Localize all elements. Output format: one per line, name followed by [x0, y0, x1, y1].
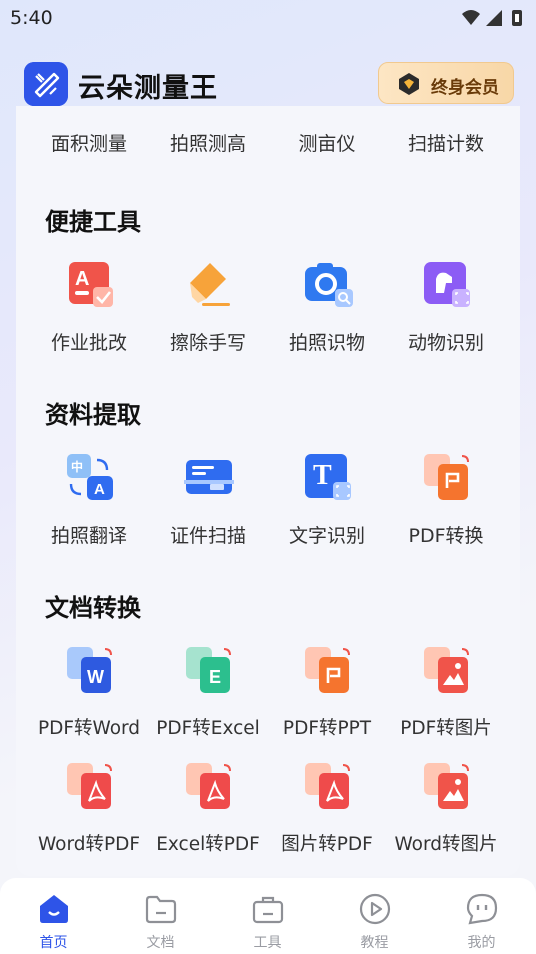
tool-word-to-pdf[interactable]: Word转PDF — [30, 761, 148, 855]
svg-text:中: 中 — [71, 459, 83, 474]
pdf-to-ppt-icon — [305, 647, 350, 693]
tool-mu-meter[interactable]: 测亩仪 — [268, 106, 386, 155]
svg-text:W: W — [87, 667, 104, 687]
tool-scan-count[interactable]: 扫描计数 — [387, 106, 505, 155]
status-time: 5:40 — [10, 7, 53, 29]
svg-text:A: A — [94, 481, 105, 498]
signal-icon — [486, 10, 502, 26]
tool-label: 作业批改 — [50, 332, 127, 354]
tool-pdf-to-word[interactable]: W PDF转Word — [30, 645, 148, 739]
tool-label: Excel转PDF — [156, 834, 260, 855]
app-header: 云朵测量王 终身会员 — [22, 60, 514, 108]
eraser-icon — [190, 263, 230, 306]
bottom-tab-bar: 首页 文档 工具 教程 我的 — [0, 878, 536, 954]
tool-label: 动物识别 — [407, 332, 484, 354]
tab-label: 文档 — [146, 935, 175, 951]
tool-photo-height[interactable]: 拍照测高 — [149, 106, 267, 155]
tool-excel-to-pdf[interactable]: Excel转PDF — [149, 761, 267, 855]
tool-eraser[interactable]: 擦除手写 — [149, 259, 267, 354]
tab-label: 教程 — [360, 935, 389, 951]
play-icon — [359, 893, 391, 925]
tab-label: 首页 — [39, 935, 68, 951]
pdf-to-image-icon — [424, 647, 469, 693]
lifetime-member-button[interactable]: 终身会员 — [378, 62, 514, 104]
status-icons — [462, 10, 522, 26]
tool-label: 证件扫描 — [169, 525, 246, 547]
app-name: 云朵测量王 — [78, 73, 218, 104]
tool-label: PDF转图片 — [400, 718, 492, 739]
word-to-image-icon — [424, 763, 469, 809]
tool-label: 擦除手写 — [169, 332, 246, 354]
tab-home[interactable]: 首页 — [0, 878, 107, 954]
status-bar: 5:40 — [0, 0, 536, 36]
tool-pdf-to-image[interactable]: PDF转图片 — [387, 645, 505, 739]
tool-translate[interactable]: 中 A 拍照翻译 — [30, 452, 148, 547]
tool-text-ocr[interactable]: T 文字识别 — [268, 452, 386, 547]
tool-camera-recognize[interactable]: 拍照识物 — [268, 259, 386, 354]
pdf-to-word-icon: W — [67, 647, 112, 693]
tab-documents[interactable]: 文档 — [107, 878, 214, 954]
tool-word-to-image[interactable]: Word转图片 — [387, 761, 505, 855]
translate-icon: 中 A — [67, 454, 113, 500]
image-to-pdf-icon — [305, 763, 350, 809]
tool-id-scan[interactable]: 证件扫描 — [149, 452, 267, 547]
tool-label: 拍照测高 — [169, 133, 246, 155]
tab-profile[interactable]: 我的 — [428, 878, 535, 954]
pdf-to-excel-icon: E — [186, 647, 231, 693]
text-ocr-icon: T — [305, 454, 351, 500]
tool-label: Word转图片 — [394, 834, 498, 855]
tool-label: PDF转PPT — [282, 718, 372, 739]
home-icon — [40, 895, 68, 923]
camera-recognize-icon — [305, 263, 353, 307]
tool-label: 拍照翻译 — [50, 525, 127, 547]
scan-count-icon — [422, 106, 472, 110]
tool-label: 文字识别 — [288, 525, 365, 547]
tool-label: PDF转Word — [37, 718, 141, 739]
section-title-quick-tools: 便捷工具 — [45, 208, 141, 236]
wifi-icon — [462, 10, 480, 25]
toolbox-icon — [252, 896, 284, 924]
area-measure-icon — [65, 106, 115, 110]
tool-label: Word转PDF — [37, 834, 141, 855]
tool-label: 拍照识物 — [288, 332, 365, 354]
profile-chat-icon — [466, 893, 498, 925]
tool-label: PDF转换 — [408, 525, 484, 547]
tool-label: 图片转PDF — [281, 834, 373, 855]
id-scan-icon — [184, 460, 234, 494]
excel-to-pdf-icon — [186, 763, 231, 809]
tool-pdf-convert[interactable]: PDF转换 — [387, 452, 505, 547]
folder-icon — [145, 895, 177, 924]
member-label: 终身会员 — [431, 78, 499, 98]
tool-image-to-pdf[interactable]: 图片转PDF — [268, 761, 386, 855]
tab-label: 我的 — [467, 935, 496, 951]
tool-homework-check[interactable]: A 作业批改 — [30, 259, 148, 354]
pdf-convert-icon — [424, 454, 469, 500]
app-logo-icon — [24, 62, 68, 106]
tab-tools[interactable]: 工具 — [214, 878, 321, 954]
tool-pdf-to-excel[interactable]: E PDF转Excel — [149, 645, 267, 739]
tool-label: 测亩仪 — [298, 133, 356, 155]
tool-pdf-to-ppt[interactable]: PDF转PPT — [268, 645, 386, 739]
section-title-data-extract: 资料提取 — [45, 401, 141, 429]
tools-card: 面积测量 拍照测高 测亩仪 扫描计数 便捷工具 A 作业批改 擦除手写 拍照识物… — [16, 106, 520, 876]
tab-label: 工具 — [253, 935, 282, 951]
section-title-doc-convert: 文档转换 — [45, 594, 141, 622]
member-badge-icon — [399, 73, 419, 95]
svg-text:A: A — [75, 268, 89, 290]
tool-animal-recognize[interactable]: 动物识别 — [387, 259, 505, 354]
word-to-pdf-icon — [67, 763, 112, 809]
homework-check-icon: A — [69, 262, 113, 307]
photo-height-icon — [184, 106, 234, 110]
svg-text:T: T — [313, 460, 332, 491]
animal-recognize-icon — [424, 262, 470, 307]
mu-meter-icon — [303, 106, 353, 110]
tab-tutorials[interactable]: 教程 — [321, 878, 428, 954]
tool-label: 面积测量 — [50, 133, 127, 155]
tool-area-measure[interactable]: 面积测量 — [30, 106, 148, 155]
tool-label: PDF转Excel — [156, 718, 260, 739]
svg-text:E: E — [209, 667, 221, 687]
tool-label: 扫描计数 — [407, 133, 484, 155]
